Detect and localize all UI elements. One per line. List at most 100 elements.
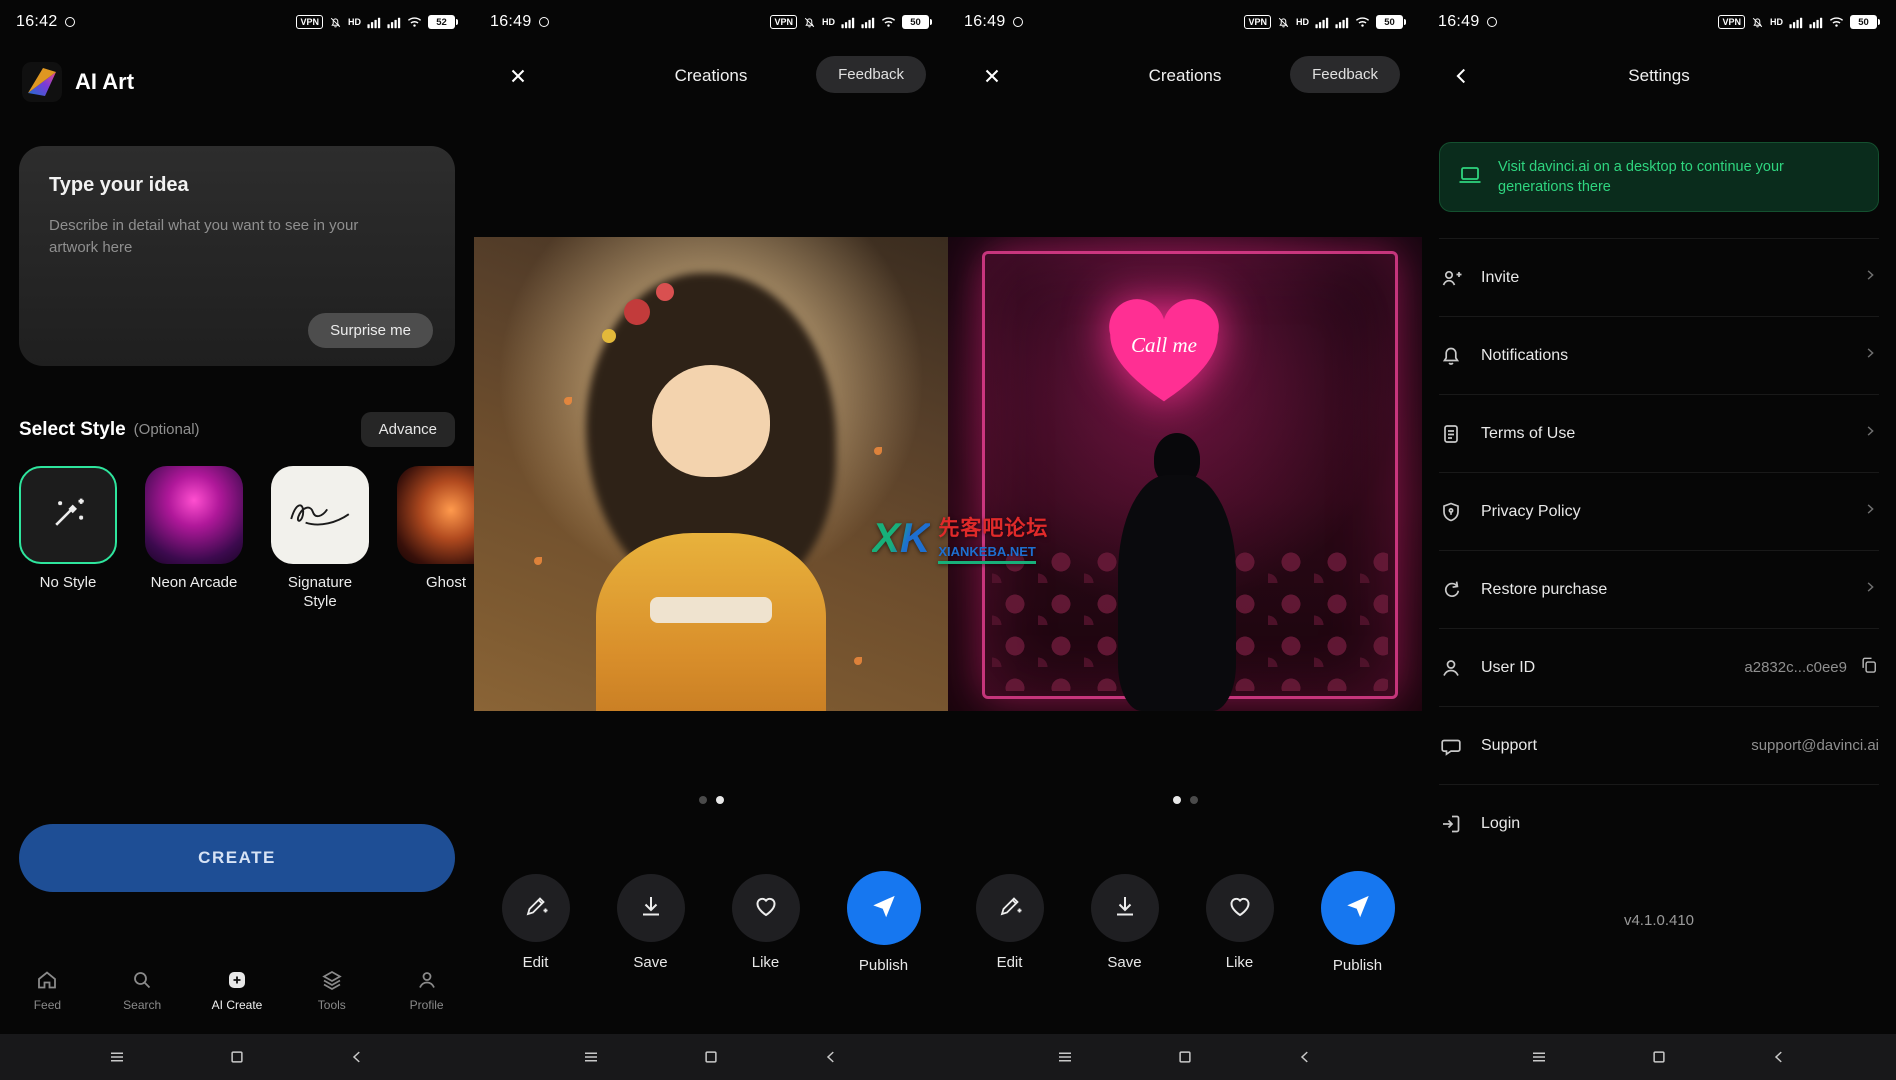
wifi-icon (1355, 16, 1370, 28)
app-version: v4.1.0.410 (1422, 912, 1896, 929)
neon-arcade-tile[interactable] (145, 466, 243, 564)
nav-item-feed[interactable]: Feed (0, 946, 95, 1034)
menu-icon[interactable] (582, 1048, 600, 1066)
publish-button[interactable]: Publish (1321, 874, 1395, 974)
signal-bars-icon-2 (861, 16, 875, 29)
shield-icon (1439, 500, 1463, 524)
advance-button[interactable]: Advance (361, 412, 455, 447)
action-label: Save (633, 954, 667, 971)
nav-item-tools[interactable]: Tools (284, 946, 379, 1034)
carousel-dot[interactable] (1190, 796, 1198, 804)
layers-icon (320, 968, 344, 992)
hd-label: HD (348, 17, 361, 27)
wifi-icon (1829, 16, 1844, 28)
like-button[interactable]: Like (1206, 874, 1274, 974)
square-icon[interactable] (228, 1048, 246, 1066)
chevron-left-icon[interactable] (1296, 1048, 1314, 1066)
carousel-dots (474, 796, 948, 804)
no-style-tile[interactable] (19, 466, 117, 564)
settings-label: Login (1481, 815, 1520, 833)
nav-item-ai-create[interactable]: AI Create (190, 946, 285, 1034)
prompt-title: Type your idea (49, 174, 425, 197)
vpn-badge: VPN (1718, 15, 1745, 29)
status-time: 16:49 (1438, 13, 1480, 31)
carousel-dot[interactable] (1173, 796, 1181, 804)
nav-item-profile[interactable]: Profile (379, 946, 474, 1034)
menu-icon[interactable] (1530, 1048, 1548, 1066)
carousel-dot[interactable] (716, 796, 724, 804)
ai-create-icon (225, 968, 249, 992)
desktop-banner[interactable]: Visit davinci.ai on a desktop to continu… (1439, 142, 1879, 212)
vpn-badge: VPN (296, 15, 323, 29)
feedback-button[interactable]: Feedback (816, 56, 926, 93)
copy-icon[interactable] (1859, 655, 1879, 680)
style-item-neon-arcade[interactable]: Neon Arcade (145, 466, 243, 612)
signal-bars-icon (841, 16, 855, 29)
square-icon[interactable] (1176, 1048, 1194, 1066)
carousel-dots (948, 796, 1422, 804)
chevron-left-icon[interactable] (348, 1048, 366, 1066)
settings-row-notifications[interactable]: Notifications (1439, 317, 1879, 395)
neon-heart: Call me (1100, 295, 1228, 413)
hair-flower (602, 329, 616, 343)
signal-bars-icon-2 (387, 16, 401, 29)
chevron-left-icon[interactable] (1770, 1048, 1788, 1066)
settings-label: Restore purchase (1481, 581, 1607, 599)
style-header: Select Style (Optional) Advance (19, 412, 455, 447)
prompt-input[interactable]: Type your idea Describe in detail what y… (19, 146, 455, 366)
chevron-right-icon (1861, 266, 1879, 289)
style-item-no-style[interactable]: No Style (19, 466, 117, 612)
save-button[interactable]: Save (1091, 874, 1159, 974)
square-icon[interactable] (1650, 1048, 1668, 1066)
edit-button[interactable]: Edit (976, 874, 1044, 974)
settings-row-user-id[interactable]: User ID a2832c...c0ee9 (1439, 629, 1879, 707)
carousel-dot[interactable] (699, 796, 707, 804)
create-button[interactable]: CREATE (19, 824, 455, 892)
chat-icon (1439, 734, 1463, 758)
settings-row-restore[interactable]: Restore purchase (1439, 551, 1879, 629)
style-item-signature-style[interactable]: Signature Style (271, 466, 369, 612)
chevron-left-icon[interactable] (822, 1048, 840, 1066)
settings-row-login[interactable]: Login (1439, 785, 1879, 863)
action-bar: Edit Save Like Publish (474, 874, 948, 974)
menu-icon[interactable] (108, 1048, 126, 1066)
figure-face (652, 365, 770, 477)
ghost-tile[interactable] (397, 466, 474, 564)
signal-bars-icon (1315, 16, 1329, 29)
battery-icon: 52 (428, 15, 458, 29)
style-label: Neon Arcade (151, 574, 238, 593)
alarm-icon (1013, 17, 1023, 27)
system-nav-bar (0, 1034, 474, 1080)
like-button[interactable]: Like (732, 874, 800, 974)
artwork-image[interactable]: Call me (948, 237, 1422, 711)
action-label: Publish (859, 957, 908, 974)
settings-row-invite[interactable]: Invite (1439, 239, 1879, 317)
login-icon (1439, 812, 1463, 836)
settings-list: Invite Notifications Terms of Use Privac… (1439, 238, 1879, 863)
app-logo-icon (22, 62, 62, 102)
bottom-app-nav: Feed Search AI Create Tools Profile (0, 946, 474, 1034)
vpn-badge: VPN (770, 15, 797, 29)
mute-icon (1277, 16, 1290, 29)
feedback-button[interactable]: Feedback (1290, 56, 1400, 93)
style-label: No Style (40, 574, 97, 593)
square-icon[interactable] (702, 1048, 720, 1066)
edit-button[interactable]: Edit (502, 874, 570, 974)
surprise-me-button[interactable]: Surprise me (308, 313, 433, 348)
settings-row-privacy[interactable]: Privacy Policy (1439, 473, 1879, 551)
stitched-screenshots: 16:42 VPN HD 52 AI Art Type your idea De… (0, 0, 1896, 1080)
settings-row-support[interactable]: Support support@davinci.ai (1439, 707, 1879, 785)
style-item-ghost[interactable]: Ghost (397, 466, 474, 612)
menu-icon[interactable] (1056, 1048, 1074, 1066)
publish-button[interactable]: Publish (847, 874, 921, 974)
signature-style-tile[interactable] (271, 466, 369, 564)
action-label: Publish (1333, 957, 1382, 974)
battery-icon: 50 (1376, 15, 1406, 29)
settings-row-terms[interactable]: Terms of Use (1439, 395, 1879, 473)
settings-label: Invite (1481, 269, 1519, 287)
mute-icon (803, 16, 816, 29)
document-icon (1439, 422, 1463, 446)
save-button[interactable]: Save (617, 874, 685, 974)
artwork-image[interactable] (474, 237, 948, 711)
nav-item-search[interactable]: Search (95, 946, 190, 1034)
